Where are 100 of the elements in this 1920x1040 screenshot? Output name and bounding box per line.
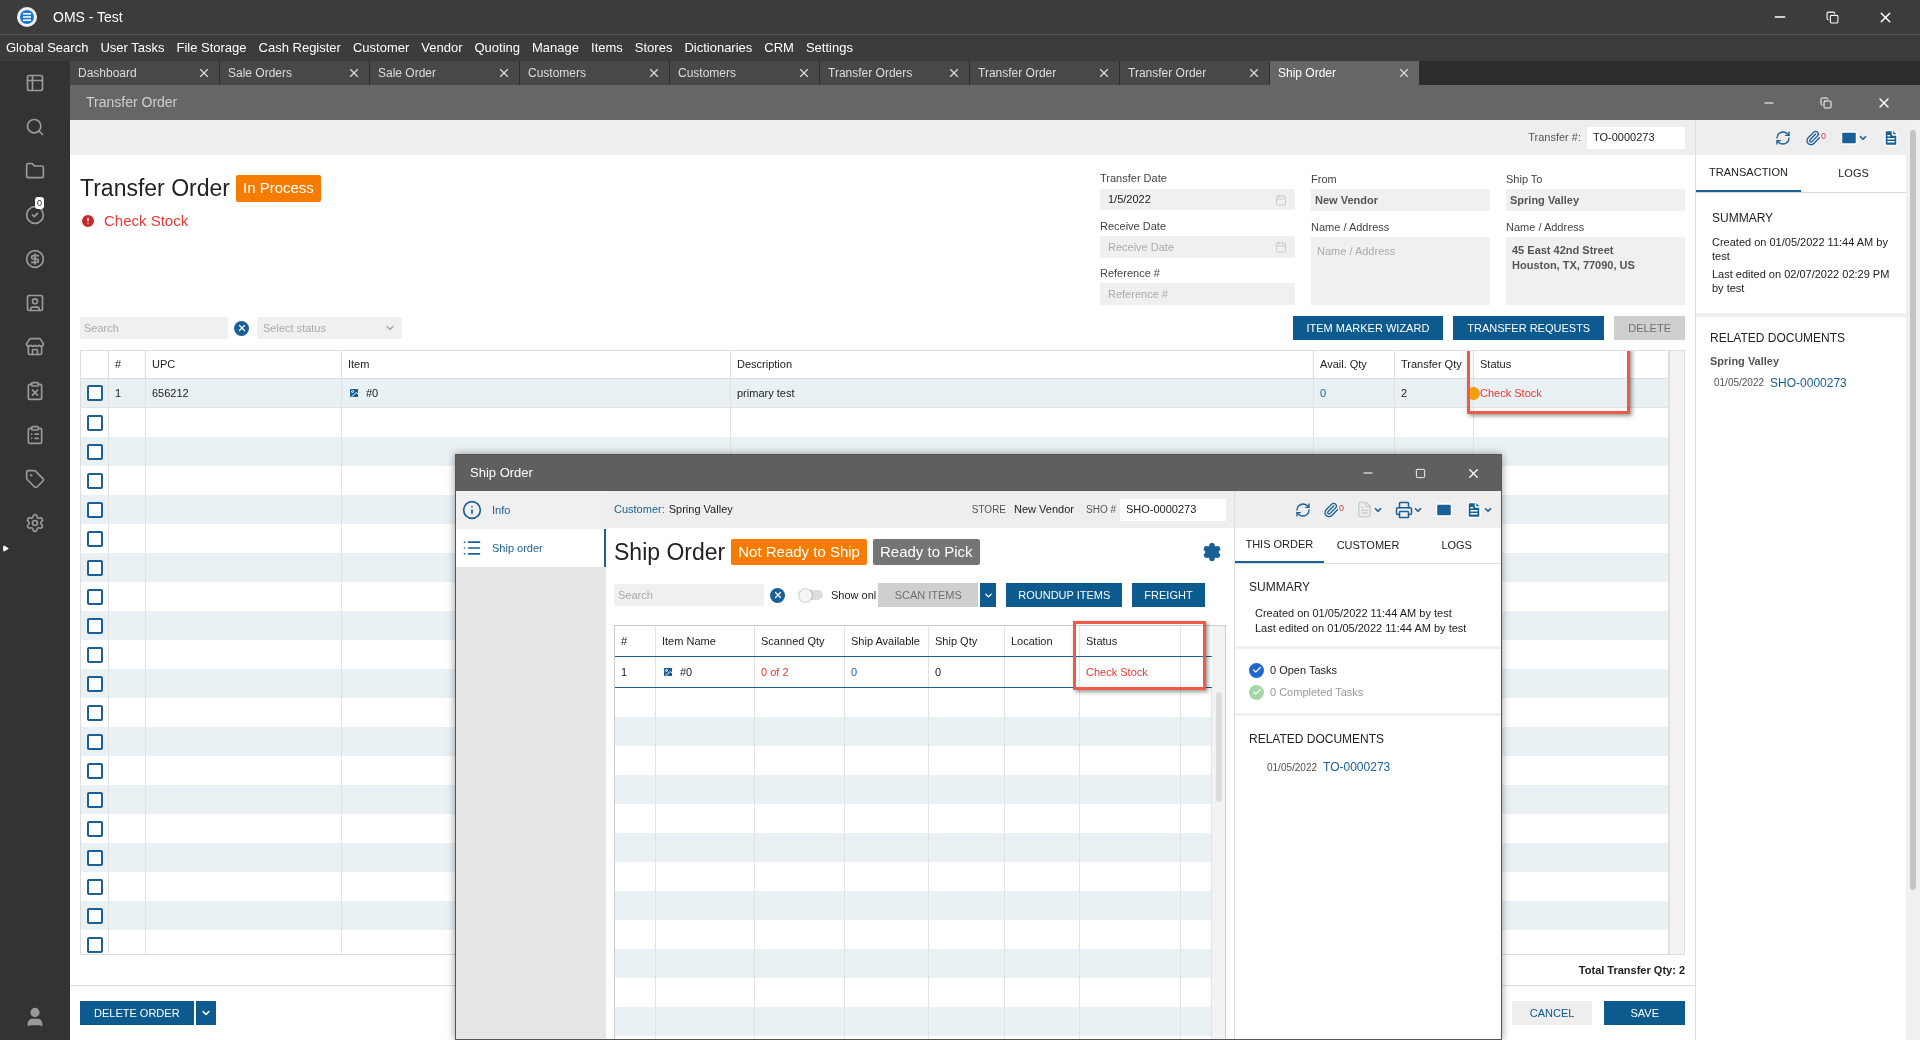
action-button[interactable]: TRANSFER REQUESTS — [1453, 316, 1605, 340]
store-icon[interactable] — [25, 337, 45, 357]
panel-tab[interactable]: LOGS — [1412, 528, 1501, 563]
column-header[interactable]: Status — [1480, 356, 1512, 373]
column-header[interactable]: Status — [1086, 632, 1118, 650]
search-icon[interactable] — [25, 117, 45, 137]
scrollbar-thumb[interactable] — [1910, 130, 1916, 890]
row-checkbox[interactable] — [86, 704, 103, 721]
column-header[interactable]: # — [115, 356, 122, 373]
location-field[interactable]: Spring Valley — [1506, 189, 1685, 211]
settings-icon[interactable] — [25, 513, 45, 533]
dropdown-button[interactable] — [195, 1001, 216, 1025]
transfer-number-field[interactable]: TO-0000273 — [1587, 126, 1685, 149]
close-tab-icon[interactable] — [347, 66, 361, 80]
row-checkbox[interactable] — [86, 878, 103, 895]
row-checkbox[interactable] — [86, 907, 103, 924]
menu-item[interactable]: User Tasks — [100, 38, 165, 58]
close-tab-icon[interactable] — [947, 66, 961, 80]
panel-tab[interactable]: THIS ORDER — [1235, 528, 1324, 563]
panel-tab[interactable]: LOGS — [1801, 155, 1906, 192]
row-checkbox[interactable] — [86, 849, 103, 866]
column-header[interactable]: # — [621, 632, 628, 650]
close-tab-icon[interactable] — [197, 66, 211, 80]
document-icon[interactable] — [1882, 128, 1900, 147]
dropdown-button[interactable] — [980, 583, 997, 607]
location-field[interactable]: New Vendor — [1311, 189, 1490, 211]
row-checkbox[interactable] — [86, 762, 103, 779]
sho-number-field[interactable]: SHO-0000273 — [1120, 498, 1226, 521]
clipboard-icon[interactable] — [25, 381, 45, 401]
paperclip-icon[interactable] — [1805, 129, 1821, 146]
column-header[interactable]: Location — [1011, 632, 1053, 650]
maximize-icon[interactable] — [1415, 467, 1426, 479]
delete-order-button[interactable]: DELETE ORDER — [80, 1001, 194, 1025]
close-tab-icon[interactable] — [1097, 66, 1111, 80]
date-field[interactable]: 1/5/2022 — [1100, 188, 1295, 211]
dollar-icon[interactable] — [25, 249, 45, 269]
restore-icon[interactable] — [1826, 10, 1839, 24]
menu-item[interactable]: Stores — [634, 38, 673, 58]
column-header[interactable]: UPC — [152, 356, 176, 373]
close-tab-icon[interactable] — [1397, 66, 1411, 80]
save-button[interactable]: SAVE — [1604, 1001, 1685, 1025]
row-checkbox[interactable] — [86, 414, 103, 431]
related-link[interactable]: TO-0000273 — [1323, 758, 1391, 776]
menu-item[interactable]: Quoting — [474, 38, 521, 58]
expand-arrow-icon[interactable] — [2, 545, 9, 552]
menu-item[interactable]: File Storage — [176, 38, 247, 58]
row-checkbox[interactable] — [86, 443, 103, 460]
menu-item[interactable]: Customer — [352, 38, 410, 58]
menu-item[interactable]: Vendor — [421, 38, 463, 58]
row-checkbox[interactable] — [86, 791, 103, 808]
column-header[interactable]: Transfer Qty — [1401, 356, 1462, 373]
check-circle-icon[interactable] — [25, 205, 45, 225]
document-tab[interactable]: Customers — [670, 61, 820, 85]
address-field[interactable]: 45 East 42nd Street Houston, TX, 77090, US — [1506, 237, 1685, 305]
column-header[interactable]: Item — [348, 356, 370, 373]
close-tab-icon[interactable] — [497, 66, 511, 80]
document-tab[interactable]: Dashboard — [70, 61, 220, 85]
row-checkbox[interactable] — [86, 675, 103, 692]
row-checkbox[interactable] — [86, 617, 103, 634]
clear-search-icon[interactable] — [234, 320, 249, 336]
document-tab[interactable]: Ship Order — [1270, 61, 1420, 85]
refresh-icon[interactable] — [1775, 129, 1791, 146]
row-checkbox[interactable] — [86, 530, 103, 547]
panel-tab[interactable]: TRANSACTION — [1696, 155, 1801, 192]
dialog-nav-item[interactable]: Info — [456, 491, 606, 529]
scrollbar-track[interactable] — [1669, 351, 1684, 954]
column-header[interactable]: Description — [737, 356, 793, 373]
refresh-icon[interactable] — [1295, 501, 1311, 518]
column-header[interactable]: Item Name — [662, 632, 716, 650]
row-checkbox[interactable] — [86, 472, 103, 489]
column-header[interactable]: Scanned Qty — [761, 632, 825, 650]
menu-item[interactable]: Manage — [532, 38, 579, 58]
document-tab[interactable]: Customers — [520, 61, 670, 85]
document-tab[interactable]: Sale Order — [370, 61, 520, 85]
menu-item[interactable]: Items — [591, 38, 623, 58]
table-icon[interactable] — [25, 73, 45, 93]
row-checkbox[interactable] — [86, 385, 103, 401]
row-checkbox[interactable] — [86, 936, 103, 953]
close-tab-icon[interactable] — [1247, 66, 1261, 80]
action-button[interactable]: ITEM MARKER WIZARD — [1292, 316, 1444, 340]
menu-item[interactable]: Cash Register — [258, 38, 341, 58]
mail-icon[interactable] — [1840, 128, 1858, 147]
document-tab[interactable]: Transfer Order — [1120, 61, 1270, 85]
toggle-switch[interactable] — [799, 590, 823, 600]
close-tab-icon[interactable] — [797, 66, 811, 80]
row-checkbox[interactable] — [86, 501, 103, 518]
row-checkbox[interactable] — [86, 559, 103, 576]
tag-icon[interactable] — [25, 469, 45, 489]
panel-tab[interactable]: CUSTOMER — [1323, 528, 1413, 563]
row-checkbox[interactable] — [86, 588, 103, 605]
action-button[interactable]: ROUNDUP ITEMS — [1006, 583, 1123, 607]
document-tab[interactable]: Sale Orders — [220, 61, 370, 85]
clear-search-icon[interactable] — [770, 587, 785, 603]
related-link[interactable]: SHO-0000273 — [1770, 373, 1847, 392]
menu-item[interactable]: Global Search — [6, 38, 89, 58]
clipboard-list-icon[interactable] — [25, 425, 45, 445]
menu-item[interactable]: CRM — [764, 38, 794, 58]
close-tab-icon[interactable] — [647, 66, 661, 80]
settings-icon[interactable] — [1202, 542, 1222, 562]
folder-icon[interactable] — [25, 161, 45, 181]
